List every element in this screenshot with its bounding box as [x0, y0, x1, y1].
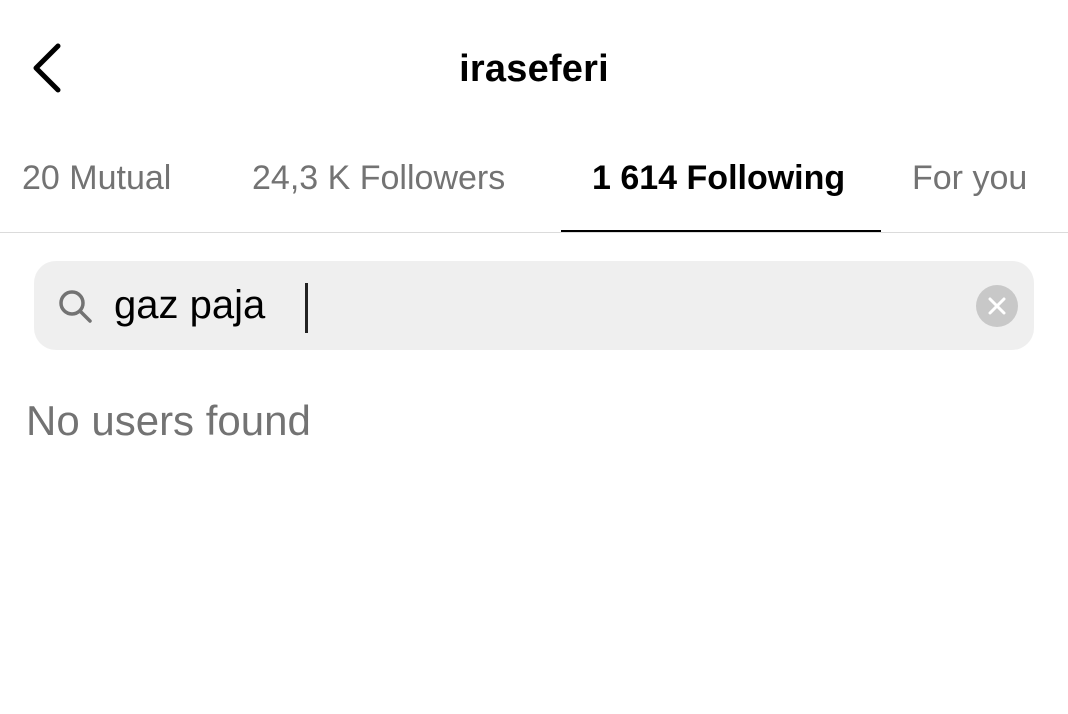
tab-for-you[interactable]: For you	[912, 158, 1027, 198]
search-icon	[59, 290, 92, 323]
clear-icon	[988, 297, 1006, 315]
clear-search-button[interactable]	[976, 285, 1018, 327]
search-bar[interactable]	[34, 261, 1034, 350]
tab-followers[interactable]: 24,3 K Followers	[252, 158, 505, 198]
active-tab-indicator	[561, 230, 881, 232]
tab-bar: 20 Mutual 24,3 K Followers 1 614 Followi…	[0, 140, 1068, 233]
page-title: iraseferi	[459, 48, 609, 90]
search-input[interactable]	[114, 279, 974, 331]
tab-following[interactable]: 1 614 Following	[592, 158, 845, 198]
text-caret	[305, 283, 308, 333]
tab-mutual[interactable]: 20 Mutual	[22, 158, 171, 198]
empty-results-message: No users found	[26, 397, 311, 444]
header: iraseferi	[0, 0, 1068, 130]
